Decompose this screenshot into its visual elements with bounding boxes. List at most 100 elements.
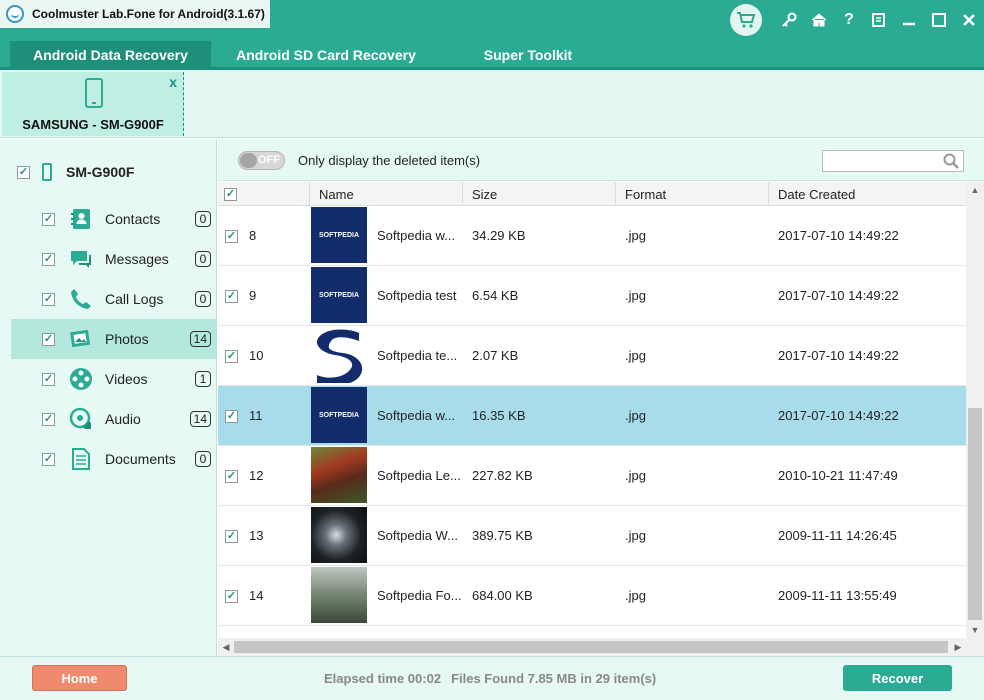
table-row[interactable]: ✓ 13 Softpedia W... 389.75 KB .jpg 2009-… bbox=[218, 506, 966, 566]
file-name: Softpedia w... bbox=[377, 408, 456, 423]
window-controls: ? bbox=[730, 0, 984, 40]
photos-checkbox[interactable]: ✓ bbox=[42, 332, 55, 346]
file-size: 389.75 KB bbox=[472, 528, 533, 543]
device-close-icon[interactable]: x bbox=[169, 74, 177, 90]
column-header-size[interactable]: Size bbox=[463, 182, 616, 206]
messages-label: Messages bbox=[105, 251, 169, 267]
videos-checkbox[interactable]: ✓ bbox=[42, 372, 55, 386]
minimize-icon[interactable] bbox=[894, 0, 924, 40]
sidebar-item-call-logs[interactable]: ✓ Call Logs 0 bbox=[11, 279, 217, 319]
main-tabs: Android Data Recovery Android SD Card Re… bbox=[0, 40, 984, 70]
thumbnail-logo-text: SOFTPEDIA bbox=[318, 231, 360, 239]
file-size: 2.07 KB bbox=[472, 348, 519, 363]
image-thumbnail[interactable]: SOFTPEDIA bbox=[311, 267, 367, 323]
image-thumbnail[interactable]: SOFTPEDIA bbox=[311, 387, 367, 443]
softpedia-s-icon bbox=[317, 329, 363, 383]
row-checkbox[interactable]: ✓ bbox=[225, 350, 238, 363]
documents-checkbox[interactable]: ✓ bbox=[42, 452, 55, 466]
scroll-down-icon[interactable]: ▼ bbox=[966, 622, 984, 638]
call-logs-checkbox[interactable]: ✓ bbox=[42, 292, 55, 306]
image-thumbnail[interactable] bbox=[311, 567, 367, 623]
cart-icon[interactable] bbox=[730, 4, 762, 36]
vertical-scroll-thumb[interactable] bbox=[968, 408, 982, 620]
filter-bar: OFF Only display the deleted item(s) bbox=[218, 139, 984, 181]
file-size: 6.54 KB bbox=[472, 288, 519, 303]
tab-super-toolkit[interactable]: Super Toolkit bbox=[458, 41, 598, 69]
category-sidebar: ✓ SM-G900F ✓ Contacts 0 ✓ Messages 0 ✓ C… bbox=[0, 139, 217, 656]
sidebar-item-documents[interactable]: ✓ Documents 0 bbox=[11, 439, 217, 479]
device-root-item[interactable]: ✓ SM-G900F bbox=[0, 157, 217, 187]
table-row[interactable]: ✓ 9 SOFTPEDIA Softpedia test 6.54 KB .jp… bbox=[218, 266, 966, 326]
row-number: 10 bbox=[249, 348, 264, 363]
messages-count: 0 bbox=[195, 251, 211, 267]
row-checkbox[interactable]: ✓ bbox=[225, 530, 238, 543]
row-number: 13 bbox=[249, 528, 264, 543]
file-format: .jpg bbox=[625, 468, 646, 483]
row-checkbox[interactable]: ✓ bbox=[225, 230, 238, 243]
messages-icon bbox=[69, 247, 93, 271]
scroll-up-icon[interactable]: ▲ bbox=[966, 182, 984, 198]
sidebar-item-messages[interactable]: ✓ Messages 0 bbox=[11, 239, 217, 279]
image-thumbnail[interactable] bbox=[311, 447, 367, 503]
recover-button[interactable]: Recover bbox=[843, 665, 952, 691]
scrollbar-corner bbox=[966, 638, 984, 656]
row-checkbox[interactable]: ✓ bbox=[225, 410, 238, 423]
image-thumbnail[interactable] bbox=[311, 507, 367, 563]
sidebar-item-photos[interactable]: ✓ Photos 14 bbox=[11, 319, 217, 359]
row-checkbox[interactable]: ✓ bbox=[225, 470, 238, 483]
home-button[interactable]: Home bbox=[32, 665, 127, 691]
file-name: Softpedia test bbox=[377, 288, 457, 303]
home-icon[interactable] bbox=[804, 0, 834, 40]
table-row[interactable]: ✓ 14 Softpedia Fo... 684.00 KB .jpg 2009… bbox=[218, 566, 966, 626]
help-icon[interactable]: ? bbox=[834, 0, 864, 40]
column-header-name[interactable]: Name bbox=[310, 182, 463, 206]
audio-checkbox[interactable]: ✓ bbox=[42, 412, 55, 426]
search-input[interactable] bbox=[822, 150, 964, 172]
feedback-icon[interactable] bbox=[864, 0, 894, 40]
file-date: 2009-11-11 13:55:49 bbox=[778, 588, 897, 603]
sidebar-item-audio[interactable]: ✓ Audio 14 bbox=[11, 399, 217, 439]
sidebar-item-videos[interactable]: ✓ Videos 1 bbox=[11, 359, 217, 399]
horizontal-scrollbar[interactable]: ◀ ▶ bbox=[218, 638, 966, 656]
close-icon[interactable] bbox=[954, 0, 984, 40]
photos-icon bbox=[69, 327, 93, 351]
device-card[interactable]: x SAMSUNG - SM-G900F bbox=[2, 72, 184, 136]
vertical-scrollbar[interactable]: ▲ ▼ bbox=[966, 182, 984, 638]
table-row[interactable]: ✓ 12 Softpedia Le... 227.82 KB .jpg 2010… bbox=[218, 446, 966, 506]
contacts-label: Contacts bbox=[105, 211, 161, 227]
scroll-left-icon[interactable]: ◀ bbox=[218, 638, 234, 656]
select-all-checkbox[interactable]: ✓ bbox=[224, 187, 237, 201]
image-thumbnail[interactable]: SOFTPEDIA bbox=[311, 207, 367, 263]
maximize-icon[interactable] bbox=[924, 0, 954, 40]
file-name: Softpedia Le... bbox=[377, 468, 461, 483]
column-header-format[interactable]: Format bbox=[616, 182, 769, 206]
horizontal-scroll-thumb[interactable] bbox=[234, 641, 948, 653]
elapsed-time: Elapsed time 00:02 bbox=[324, 671, 442, 686]
scroll-right-icon[interactable]: ▶ bbox=[950, 638, 966, 656]
row-checkbox[interactable]: ✓ bbox=[225, 590, 238, 603]
documents-icon bbox=[69, 447, 93, 471]
deleted-only-label: Only display the deleted item(s) bbox=[298, 153, 481, 168]
file-size: 684.00 KB bbox=[472, 588, 533, 603]
table-row-selected[interactable]: ✓ 11 SOFTPEDIA Softpedia w... 16.35 KB .… bbox=[218, 386, 966, 446]
image-thumbnail[interactable] bbox=[311, 327, 367, 383]
sidebar-item-contacts[interactable]: ✓ Contacts 0 bbox=[11, 199, 217, 239]
file-rows: ✓ 8 SOFTPEDIA Softpedia w... 34.29 KB .j… bbox=[218, 206, 966, 638]
thumbnail-logo-text: SOFTPEDIA bbox=[318, 411, 360, 419]
key-icon[interactable] bbox=[774, 0, 804, 40]
messages-checkbox[interactable]: ✓ bbox=[42, 252, 55, 266]
contacts-checkbox[interactable]: ✓ bbox=[42, 212, 55, 226]
file-name: Softpedia te... bbox=[377, 348, 458, 363]
column-header-date-created[interactable]: Date Created bbox=[769, 182, 966, 206]
toggle-knob bbox=[240, 153, 257, 168]
table-row[interactable]: ✓ 8 SOFTPEDIA Softpedia w... 34.29 KB .j… bbox=[218, 206, 966, 266]
file-size: 227.82 KB bbox=[472, 468, 533, 483]
file-format: .jpg bbox=[625, 408, 646, 423]
table-row[interactable]: ✓ 10 Softpedia te... 2.07 KB .jpg 2017-0… bbox=[218, 326, 966, 386]
tab-android-sd-card-recovery[interactable]: Android SD Card Recovery bbox=[215, 41, 437, 69]
deleted-only-toggle[interactable]: OFF bbox=[238, 151, 285, 170]
row-checkbox[interactable]: ✓ bbox=[225, 290, 238, 303]
tab-android-data-recovery[interactable]: Android Data Recovery bbox=[10, 41, 211, 69]
row-number: 14 bbox=[249, 588, 264, 603]
device-root-checkbox[interactable]: ✓ bbox=[17, 165, 30, 179]
